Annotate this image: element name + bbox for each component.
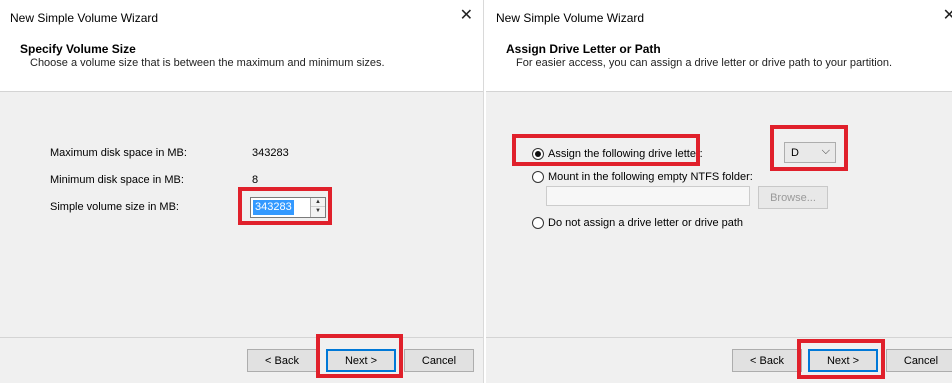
drive-letter-wizard: New Simple Volume Wizard ✕ Assign Drive … — [486, 0, 952, 383]
mount-folder-label[interactable]: Mount in the following empty NTFS folder… — [548, 171, 753, 183]
title-bar: New Simple Volume Wizard ✕ — [0, 0, 483, 34]
volume-size-wizard: New Simple Volume Wizard ✕ Specify Volum… — [0, 0, 484, 383]
spin-down-icon[interactable]: ▼ — [311, 207, 325, 216]
window-title: New Simple Volume Wizard — [10, 11, 159, 25]
wizard-body: Assign the following drive letter: D ⌵ M… — [486, 92, 952, 337]
spinner-buttons: ▲ ▼ — [310, 198, 325, 217]
wizard-body: Maximum disk space in MB: 343283 Minimum… — [0, 92, 483, 337]
next-button[interactable]: Next > — [326, 349, 396, 372]
spin-up-icon[interactable]: ▲ — [311, 198, 325, 207]
min-space-label: Minimum disk space in MB: — [50, 174, 184, 186]
cancel-button[interactable]: Cancel — [886, 349, 952, 372]
title-bar: New Simple Volume Wizard ✕ — [486, 0, 952, 34]
page-subtitle: Choose a volume size that is between the… — [30, 57, 385, 69]
chevron-down-icon: ⌵ — [821, 145, 830, 157]
close-icon[interactable]: ✕ — [460, 8, 473, 24]
wizard-footer: < Back Next > Cancel — [486, 337, 952, 383]
next-button[interactable]: Next > — [808, 349, 878, 372]
page-title: Assign Drive Letter or Path — [506, 42, 661, 56]
page-title: Specify Volume Size — [20, 42, 136, 56]
drive-letter-value: D — [791, 147, 799, 159]
drive-letter-select[interactable]: D ⌵ — [784, 142, 836, 163]
wizard-footer: < Back Next > Cancel — [0, 337, 483, 383]
volume-size-input[interactable]: 343283 — [253, 200, 294, 215]
back-button[interactable]: < Back — [247, 349, 317, 372]
back-button[interactable]: < Back — [732, 349, 802, 372]
wizard-header: Specify Volume Size Choose a volume size… — [0, 34, 483, 92]
wizard-header: Assign Drive Letter or Path For easier a… — [486, 34, 952, 92]
window-title: New Simple Volume Wizard — [496, 11, 645, 25]
page-subtitle: For easier access, you can assign a driv… — [516, 57, 893, 69]
assign-letter-radio[interactable] — [532, 148, 544, 160]
close-icon[interactable]: ✕ — [943, 8, 952, 24]
no-assign-radio[interactable] — [532, 217, 544, 229]
volume-size-spinner[interactable]: 343283 ▲ ▼ — [250, 197, 326, 218]
assign-letter-label[interactable]: Assign the following drive letter: — [548, 148, 703, 160]
folder-path-input[interactable] — [546, 186, 750, 206]
browse-button[interactable]: Browse... — [758, 186, 828, 209]
max-space-value: 343283 — [252, 147, 289, 159]
max-space-label: Maximum disk space in MB: — [50, 147, 187, 159]
volume-size-label: Simple volume size in MB: — [50, 201, 179, 213]
min-space-value: 8 — [252, 174, 259, 186]
cancel-button[interactable]: Cancel — [404, 349, 474, 372]
no-assign-label[interactable]: Do not assign a drive letter or drive pa… — [548, 217, 743, 229]
mount-folder-radio[interactable] — [532, 171, 544, 183]
